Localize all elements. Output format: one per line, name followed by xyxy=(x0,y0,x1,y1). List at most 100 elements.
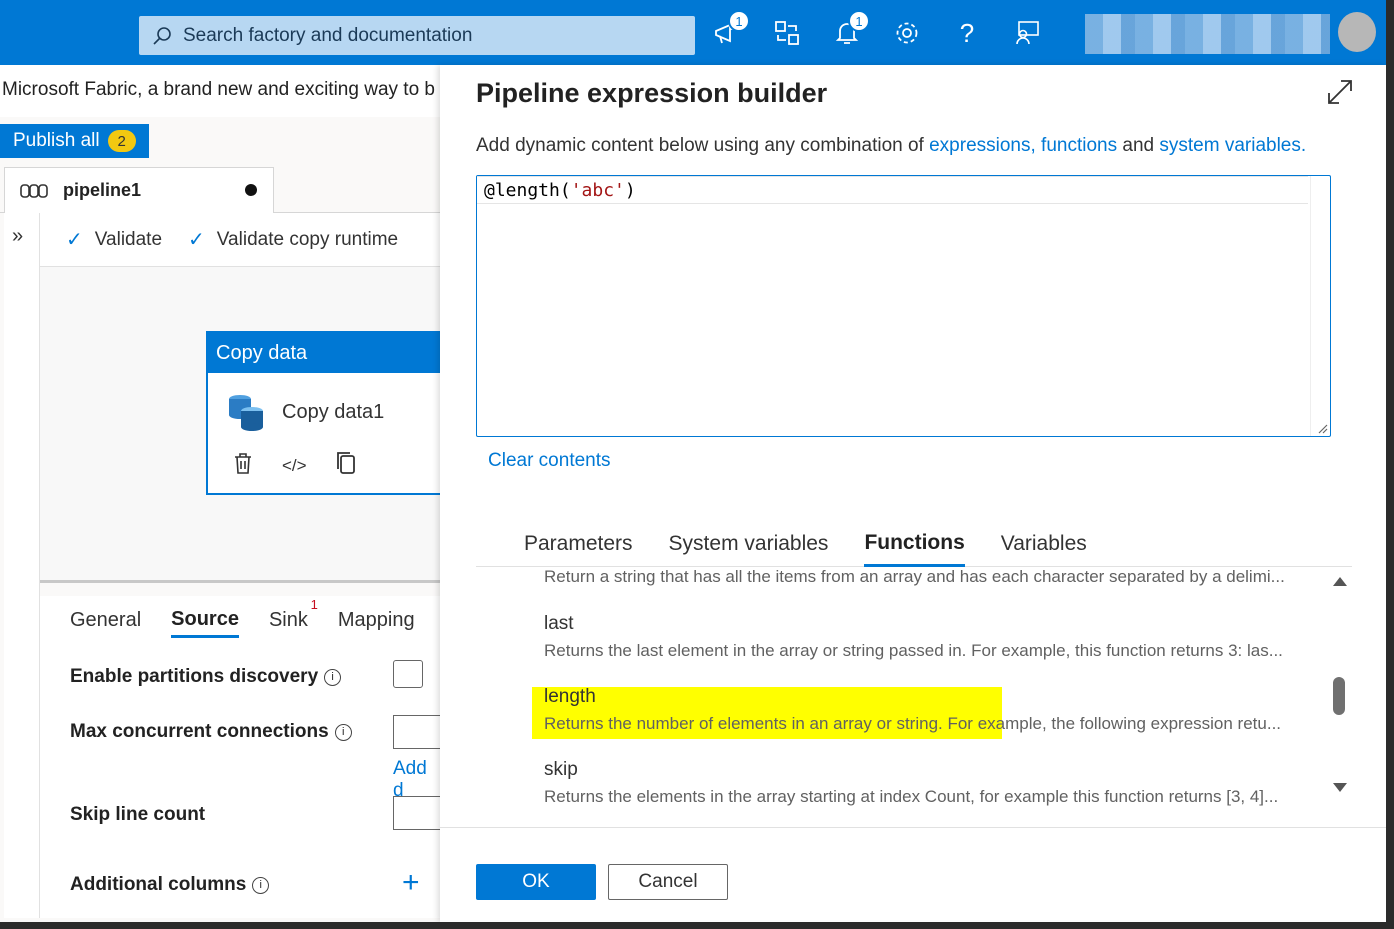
functions-list: Return a string that has all the items f… xyxy=(476,567,1352,810)
notifications-button[interactable]: 1 xyxy=(832,10,870,48)
checkmark-icon: ✓ xyxy=(66,229,83,251)
settings-button[interactable] xyxy=(892,18,922,48)
validate-button[interactable]: ✓ Validate xyxy=(66,227,162,252)
editor-scrollbar[interactable] xyxy=(1310,176,1330,436)
clear-contents-link[interactable]: Clear contents xyxy=(488,450,611,472)
avatar[interactable] xyxy=(1338,12,1376,52)
info-icon[interactable]: i xyxy=(324,668,342,686)
skip-line-count-text: Skip line count xyxy=(70,804,206,825)
expand-icon[interactable] xyxy=(1325,77,1355,107)
pipeline-icon xyxy=(20,183,48,198)
announcements-badge: 1 xyxy=(728,10,750,32)
validate-label: Validate xyxy=(94,228,163,250)
feedback-button[interactable] xyxy=(1012,18,1042,48)
expr-prefix: @length( xyxy=(484,179,571,201)
scroll-thumb[interactable] xyxy=(1333,677,1345,715)
expr-string: 'abc' xyxy=(570,179,625,201)
function-description: Returns the last element in the array or… xyxy=(544,641,1283,660)
skip-line-count-label: Skip line count xyxy=(70,804,205,826)
pipeline-toolbar: ✓ Validate ✓ Validate copy runtime xyxy=(40,213,440,267)
max-concurrent-label: Max concurrent connections i xyxy=(70,721,352,743)
gear-icon xyxy=(896,22,918,44)
info-icon[interactable]: i xyxy=(334,723,352,741)
database-copy-icon xyxy=(229,395,263,431)
expression-tabs: Parameters System variables Functions Va… xyxy=(476,521,1352,567)
activity-type: Copy data xyxy=(208,333,444,373)
additional-columns-label: Additional columns i xyxy=(70,874,270,896)
system-variables-link[interactable]: system variables. xyxy=(1159,135,1306,156)
publish-label: Publish all xyxy=(13,130,100,151)
validate-copy-runtime-button[interactable]: ✓ Validate copy runtime xyxy=(188,227,398,252)
expressions-functions-link[interactable]: expressions, functions xyxy=(929,135,1117,156)
tab-functions[interactable]: Functions xyxy=(864,521,965,567)
desc-prefix: Add dynamic content below using any comb… xyxy=(476,135,930,156)
scroll-down-icon[interactable] xyxy=(1333,783,1347,792)
function-name: length xyxy=(544,686,596,707)
delete-icon[interactable] xyxy=(232,451,254,481)
enable-partitions-checkbox[interactable] xyxy=(393,660,423,688)
publish-all-button[interactable]: Publish all 2 xyxy=(0,124,149,158)
code-icon[interactable]: </> xyxy=(282,456,307,476)
panel-description: Add dynamic content below using any comb… xyxy=(476,135,1306,157)
activity-name: Copy data1 xyxy=(282,400,385,423)
announcement-banner: Microsoft Fabric, a brand new and exciti… xyxy=(0,65,440,117)
expr-suffix: ) xyxy=(624,179,636,201)
pipeline-tab-label: pipeline1 xyxy=(63,180,142,200)
enable-partitions-text: Enable partitions discovery xyxy=(70,666,319,687)
help-button[interactable]: ? xyxy=(952,18,982,48)
scroll-up-icon[interactable] xyxy=(1333,577,1347,586)
add-column-plus-icon[interactable]: + xyxy=(402,866,420,900)
announcements-button[interactable]: 1 xyxy=(712,10,750,48)
function-name: last xyxy=(544,613,574,634)
search-icon xyxy=(151,25,173,47)
top-bar: Search factory and documentation 1 1 ? xyxy=(0,0,1386,65)
account-name[interactable] xyxy=(1085,14,1330,54)
properties-tabs: General Source Sink 1 Mapping xyxy=(40,596,440,644)
directory-switch-icon xyxy=(775,21,799,45)
question-mark-icon: ? xyxy=(959,17,975,48)
list-item[interactable]: last Returns the last element in the arr… xyxy=(544,613,1324,661)
cancel-button[interactable]: Cancel xyxy=(608,864,728,900)
checkmark-icon: ✓ xyxy=(188,229,205,251)
function-description: Returns the elements in the array starti… xyxy=(544,787,1279,806)
tab-source[interactable]: Source xyxy=(171,608,239,638)
search-box[interactable]: Search factory and documentation xyxy=(139,16,695,55)
source-properties: Enable partitions discovery i Max concur… xyxy=(40,644,453,918)
pipeline-tabstrip: pipeline1 xyxy=(0,167,440,213)
tab-parameters[interactable]: Parameters xyxy=(524,521,633,567)
expression-line[interactable]: @length('abc') xyxy=(477,176,1308,204)
additional-columns-text: Additional columns xyxy=(70,874,247,895)
tab-pipeline1[interactable]: pipeline1 xyxy=(4,167,274,213)
expand-activities-icon[interactable]: » xyxy=(12,225,23,248)
activities-collapsed-pane: » xyxy=(4,213,40,918)
enable-partitions-label: Enable partitions discovery i xyxy=(70,666,342,688)
ok-button[interactable]: OK xyxy=(476,864,596,900)
copy-icon[interactable] xyxy=(335,451,357,481)
desc-mid: and xyxy=(1117,135,1160,156)
expression-editor[interactable]: @length('abc') xyxy=(476,175,1331,437)
search-placeholder: Search factory and documentation xyxy=(183,24,473,46)
copy-data-activity[interactable]: Copy data Copy data1 </> xyxy=(206,331,446,495)
switch-directory-button[interactable] xyxy=(772,18,802,48)
sink-error-badge: 1 xyxy=(310,596,318,612)
expression-builder-panel: Pipeline expression builder Add dynamic … xyxy=(440,65,1386,922)
tab-variables[interactable]: Variables xyxy=(1001,521,1087,567)
info-icon[interactable]: i xyxy=(252,876,270,894)
list-item[interactable]: skip Returns the elements in the array s… xyxy=(544,759,1324,807)
resize-grip-icon[interactable] xyxy=(1316,422,1328,434)
list-item[interactable]: Return a string that has all the items f… xyxy=(544,567,1324,587)
max-concurrent-text: Max concurrent connections xyxy=(70,721,329,742)
functions-scrollbar[interactable] xyxy=(1328,567,1350,810)
list-item[interactable]: length Returns the number of elements in… xyxy=(544,686,1324,734)
tab-sink-label: Sink xyxy=(268,608,308,631)
feedback-icon xyxy=(1016,21,1039,45)
banner-text: Microsoft Fabric, a brand new and exciti… xyxy=(2,79,435,100)
function-description: Return a string that has all the items f… xyxy=(544,567,1285,586)
unsaved-indicator xyxy=(245,184,257,196)
tab-sink[interactable]: Sink 1 xyxy=(268,597,318,632)
tab-system-variables[interactable]: System variables xyxy=(669,521,829,567)
panel-footer: OK Cancel xyxy=(440,827,1386,922)
tab-mapping[interactable]: Mapping xyxy=(338,609,415,632)
tab-general[interactable]: General xyxy=(70,609,141,632)
validate-copy-runtime-label: Validate copy runtime xyxy=(216,228,399,250)
